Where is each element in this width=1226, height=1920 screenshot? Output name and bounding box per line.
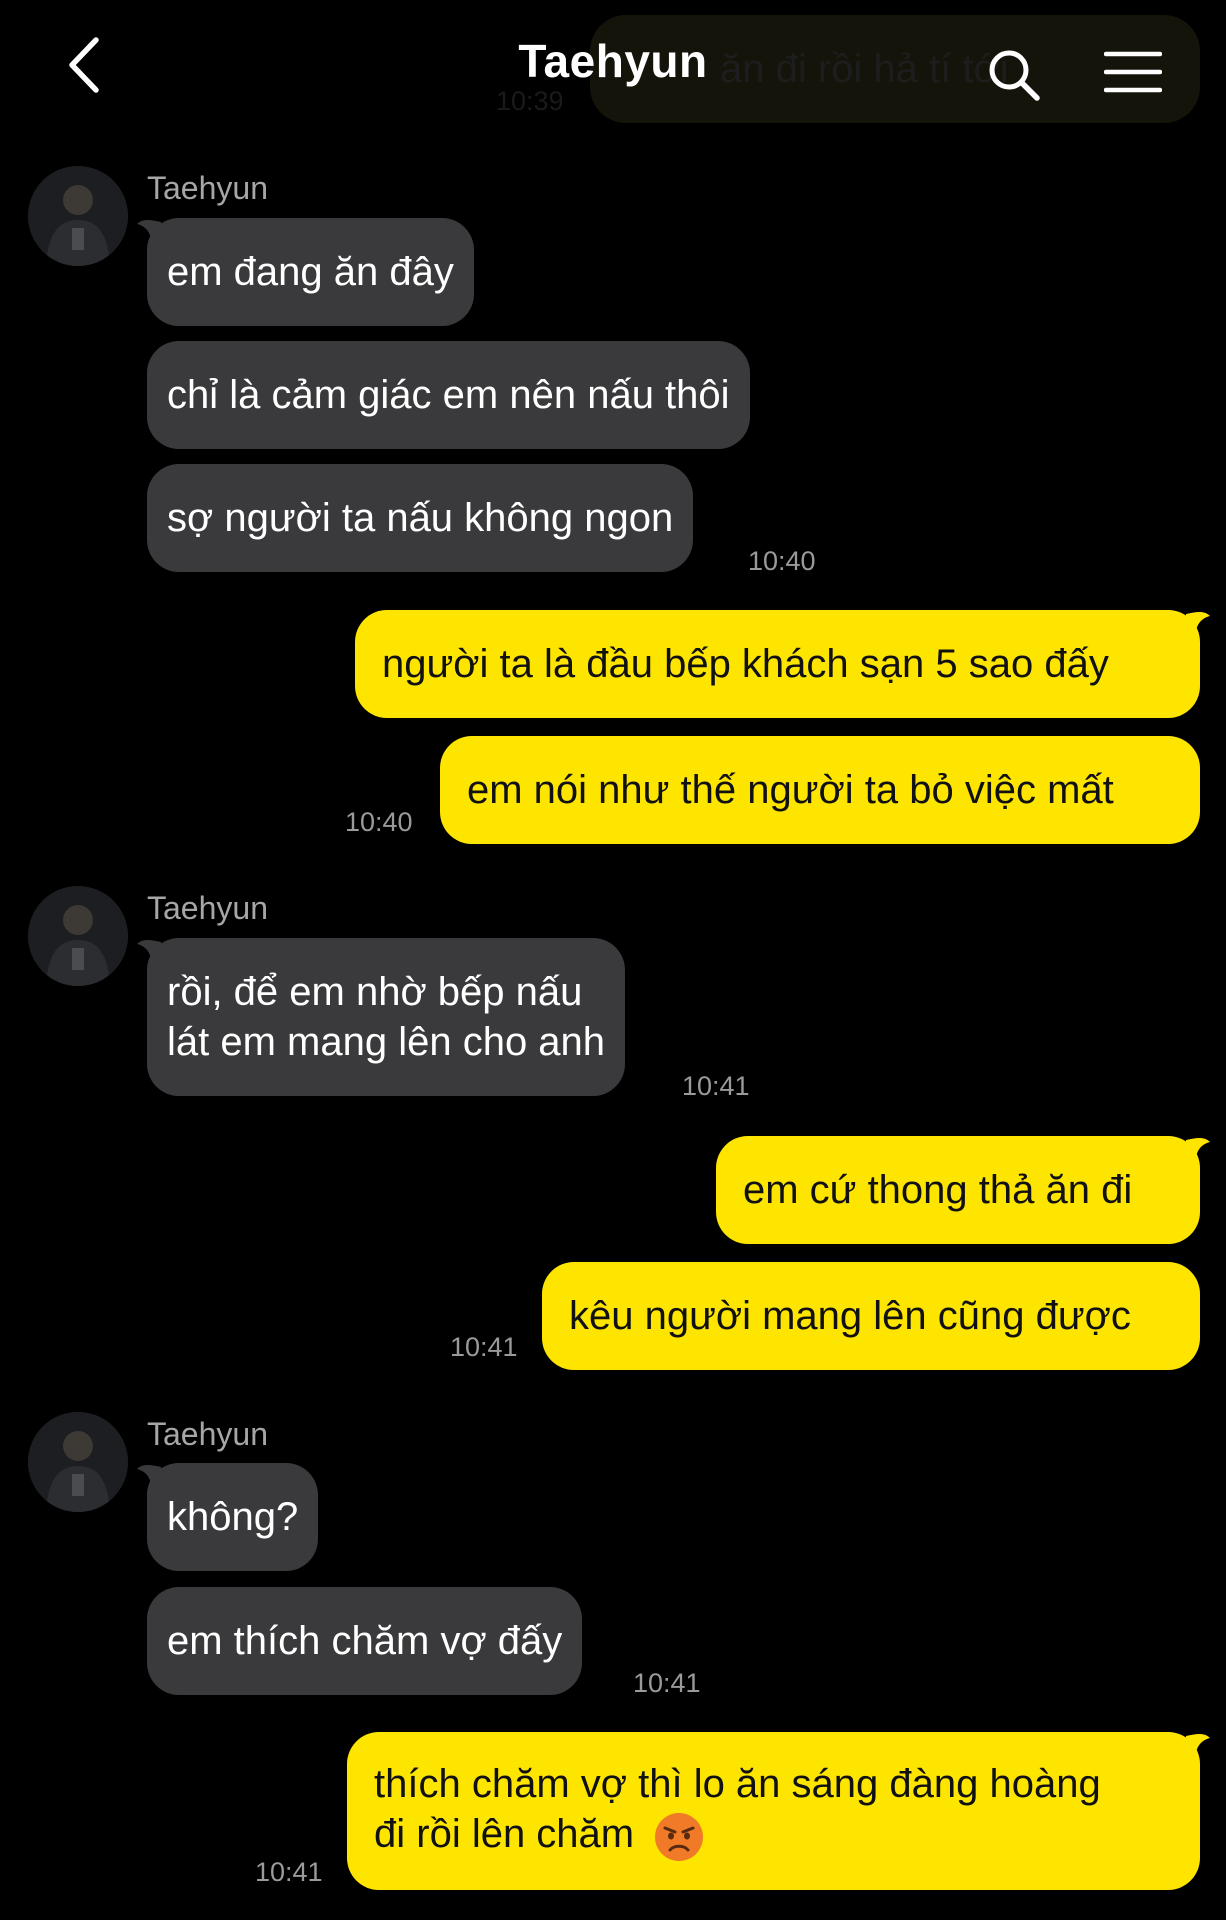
scrolled-message-time: 10:39 <box>496 86 564 116</box>
message-text: sợ người ta nấu không ngon <box>167 496 674 540</box>
message-text: em đang ăn đây <box>167 250 454 294</box>
message-bubble-incoming[interactable]: chỉ là cảm giác em nên nấu thôi <box>147 341 750 449</box>
message-bubble-outgoing[interactable]: thích chăm vợ thì lo ăn sáng đàng hoàng … <box>347 1732 1200 1890</box>
message-text-line-with-emoji: đi rồi lên chăm <box>374 1809 705 1862</box>
message-time: 10:40 <box>748 546 816 576</box>
menu-button[interactable] <box>1103 50 1163 94</box>
message-text: kêu người mang lên cũng được <box>569 1294 1131 1338</box>
message-bubble-incoming[interactable]: rồi, để em nhờ bếp nấu lát em mang lên c… <box>147 938 626 1096</box>
chat-header: ăn đi rồi hả tí tới 10:39 Taehyun <box>0 0 1226 130</box>
message-time: 10:41 <box>633 1668 701 1698</box>
profile-photo-icon <box>28 1412 128 1512</box>
message-bubble-outgoing[interactable]: kêu người mang lên cũng được <box>542 1262 1200 1370</box>
message-text-line: rồi, để em nhờ bếp nấu <box>167 970 583 1014</box>
search-icon <box>989 50 1040 101</box>
message-time: 10:40 <box>345 807 413 837</box>
sender-name: Taehyun <box>147 170 268 206</box>
message-text-line: đi rồi lên chăm <box>374 1812 635 1857</box>
avatar[interactable] <box>28 166 128 266</box>
sender-name: Taehyun <box>147 890 268 926</box>
avatar[interactable] <box>28 886 128 986</box>
profile-photo-icon <box>28 166 128 266</box>
message-bubble-incoming[interactable]: em thích chăm vợ đấy <box>147 1587 583 1695</box>
message-time: 10:41 <box>450 1332 518 1362</box>
message-text-line: lát em mang lên cho anh <box>167 1020 606 1064</box>
angry-face-icon <box>655 1812 704 1861</box>
message-text: người ta là đầu bếp khách sạn 5 sao đấy <box>382 642 1109 686</box>
hamburger-menu-icon <box>1103 51 1163 93</box>
message-bubble-incoming[interactable]: em đang ăn đây <box>147 218 474 326</box>
message-text: em nói như thế người ta bỏ việc mất <box>467 768 1114 812</box>
message-bubble-outgoing[interactable]: em nói như thế người ta bỏ việc mất <box>440 736 1200 844</box>
message-bubble-incoming[interactable]: sợ người ta nấu không ngon <box>147 464 694 572</box>
message-text: em thích chăm vợ đấy <box>167 1619 563 1663</box>
message-text: không? <box>167 1495 299 1539</box>
message-bubble-outgoing[interactable]: người ta là đầu bếp khách sạn 5 sao đấy <box>355 610 1200 718</box>
message-time: 10:41 <box>682 1071 750 1101</box>
message-time: 10:41 <box>255 1857 323 1887</box>
profile-photo-icon <box>28 886 128 986</box>
message-text-line: thích chăm vợ thì lo ăn sáng đàng hoàng <box>374 1762 1101 1807</box>
message-bubble-incoming[interactable]: không? <box>147 1463 319 1571</box>
message-text: chỉ là cảm giác em nên nấu thôi <box>167 373 730 417</box>
avatar[interactable] <box>28 1412 128 1512</box>
chat-screen: ăn đi rồi hả tí tới 10:39 Taehyun Taehyu… <box>0 0 1226 1920</box>
message-text: em cứ thong thả ăn đi <box>743 1168 1133 1212</box>
sender-name: Taehyun <box>147 1416 268 1452</box>
search-button[interactable] <box>985 46 1043 104</box>
message-bubble-outgoing[interactable]: em cứ thong thả ăn đi <box>716 1136 1200 1244</box>
